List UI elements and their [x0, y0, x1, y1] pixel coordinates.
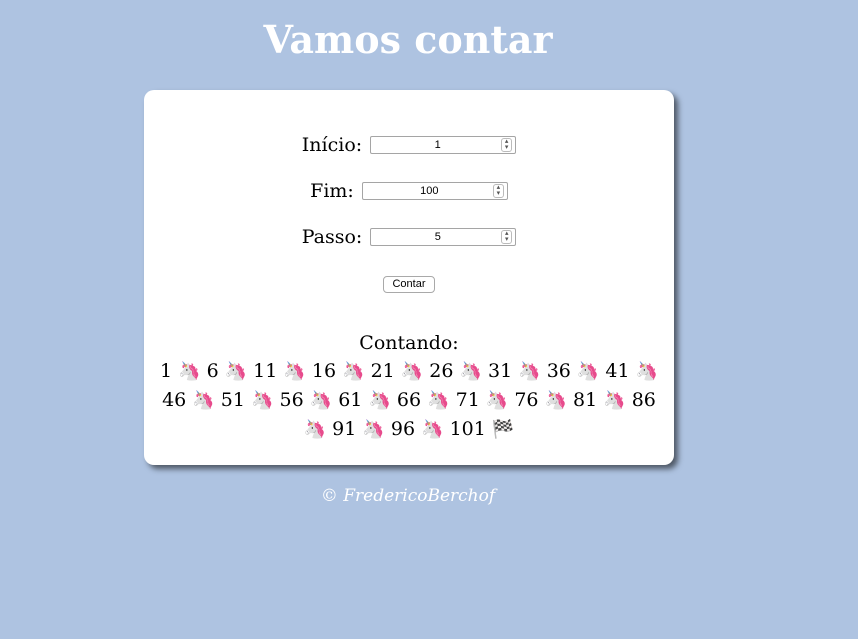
button-row: Contar	[144, 276, 674, 293]
page-title: Vamos contar	[263, 17, 553, 62]
fim-value: 100	[420, 185, 439, 197]
count-number: 101	[449, 418, 486, 440]
result-heading: Contando:	[359, 332, 459, 354]
spinner-icon[interactable]: ▴ ▾	[492, 184, 504, 198]
unicorn-icon: 🦄	[362, 419, 385, 440]
unicorn-icon: 🦄	[459, 361, 482, 382]
inicio-label: Início:	[301, 134, 363, 156]
fim-input[interactable]: 100 ▴ ▾	[361, 182, 508, 200]
fim-label: Fim:	[310, 180, 354, 202]
spinner-icon[interactable]: ▴ ▾	[501, 230, 513, 244]
unicorn-icon: 🦄	[400, 361, 424, 382]
count-number: 51	[220, 389, 245, 411]
unicorn-icon: 🦄	[283, 361, 306, 382]
unicorn-icon: 🦄	[427, 390, 450, 411]
count-number: 86	[631, 389, 656, 411]
count-number: 91	[332, 418, 357, 440]
unicorn-icon: 🦄	[544, 390, 567, 411]
unicorn-icon: 🦄	[178, 361, 201, 382]
count-number: 61	[338, 389, 363, 411]
count-number: 41	[605, 360, 630, 382]
unicorn-icon: 🦄	[635, 361, 659, 382]
count-number: 16	[311, 360, 337, 382]
count-number: 81	[573, 389, 598, 411]
unicorn-icon: 🦄	[303, 419, 327, 440]
count-number: 1	[159, 360, 173, 382]
unicorn-icon: 🦄	[603, 390, 626, 411]
passo-value: 5	[434, 231, 441, 243]
result-sequence: 1 🦄 6 🦄 11 🦄 16 🦄 21 🦄 26 🦄 31 🦄 36 🦄 41…	[158, 357, 660, 444]
count-number: 96	[390, 418, 416, 440]
count-number: 56	[279, 389, 304, 411]
count-number: 26	[429, 360, 454, 382]
unicorn-icon: 🦄	[224, 361, 248, 382]
passo-row: Passo: 5 ▴ ▾	[144, 226, 674, 248]
passo-input[interactable]: 5 ▴ ▾	[370, 228, 517, 246]
unicorn-icon: 🦄	[576, 361, 600, 382]
count-number: 76	[514, 389, 539, 411]
count-number: 71	[455, 389, 480, 411]
unicorn-icon: 🦄	[251, 390, 274, 411]
unicorn-icon: 🦄	[309, 390, 333, 411]
form-card: Início: 1 ▴ ▾ Fim: 100 ▴ ▾ Passo: 5 ▴ ▾ Con…	[144, 90, 674, 465]
count-number: 21	[370, 360, 395, 382]
fim-row: Fim: 100 ▴ ▾	[144, 180, 674, 202]
count-number: 6	[206, 360, 219, 382]
unicorn-icon: 🦄	[485, 390, 509, 411]
unicorn-icon: 🦄	[421, 419, 444, 440]
count-number: 36	[546, 360, 571, 382]
contar-button[interactable]: Contar	[383, 276, 435, 293]
inicio-value: 1	[434, 139, 441, 151]
spinner-icon[interactable]: ▴ ▾	[501, 138, 513, 152]
inicio-input[interactable]: 1 ▴ ▾	[370, 136, 517, 154]
count-number: 11	[253, 360, 278, 382]
passo-label: Passo:	[301, 226, 363, 248]
unicorn-icon: 🦄	[368, 390, 391, 411]
count-number: 66	[396, 389, 422, 411]
unicorn-icon: 🦄	[192, 390, 215, 411]
inicio-row: Início: 1 ▴ ▾	[144, 134, 674, 156]
count-number: 46	[162, 389, 187, 411]
count-number: 31	[487, 360, 513, 382]
unicorn-icon: 🦄	[342, 361, 365, 382]
footer-credit: © FredericoBerchof	[320, 486, 496, 506]
unicorn-icon: 🦄	[518, 361, 541, 382]
checkered-flag-icon: 🏁	[491, 419, 515, 440]
